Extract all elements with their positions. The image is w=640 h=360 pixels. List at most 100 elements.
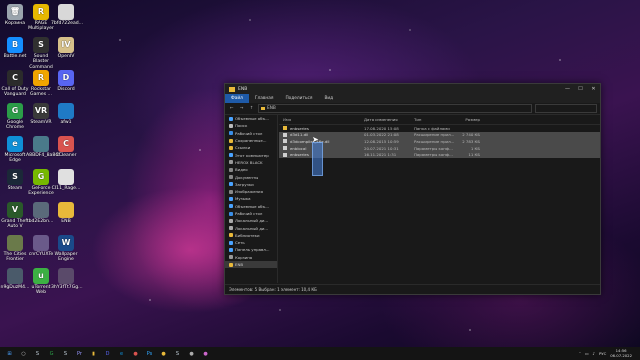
nav-item[interactable]: Ссылки bbox=[225, 144, 277, 151]
desktop-shortcut[interactable]: 7bfd722ead... bbox=[51, 4, 83, 26]
file-row[interactable]: d3dcompiler_46e.dll 12.08.2015 10:59 Расши… bbox=[279, 138, 600, 145]
nav-item[interactable]: Музыка bbox=[225, 195, 277, 202]
nav-item[interactable]: Объемные объ... bbox=[225, 115, 277, 122]
desktop-shortcut[interactable]: C CCleaner bbox=[51, 136, 81, 158]
network-icon bbox=[229, 240, 233, 245]
nav-item[interactable]: Локальный ди... bbox=[225, 224, 277, 231]
discord-icon: D bbox=[58, 70, 74, 86]
file-date: 12.08.2015 10:59 bbox=[364, 138, 399, 144]
up-arrow-icon[interactable]: ↑ bbox=[248, 106, 255, 111]
desktop-shortcut[interactable]: 3hY3fTt7Gg... bbox=[51, 268, 83, 290]
file-row[interactable]: d3d11.dll 01.03.2022 21:08 Расширение прил… bbox=[279, 131, 600, 139]
chrome-icon[interactable]: G bbox=[47, 349, 56, 358]
file-size: 1 КБ bbox=[470, 145, 480, 151]
nav-item[interactable]: Рабочий стол bbox=[225, 210, 277, 217]
desktop-shortcut-label: CI11_Rage... bbox=[51, 186, 81, 191]
minimize-icon[interactable]: — bbox=[561, 86, 574, 92]
desktop-shortcut[interactable]: IV OpenIV bbox=[51, 37, 81, 59]
app-icon[interactable]: ● bbox=[201, 349, 210, 358]
image-file-icon bbox=[58, 268, 74, 284]
volume-icon[interactable]: ♪ bbox=[593, 351, 595, 356]
forward-arrow-icon[interactable]: → bbox=[238, 106, 245, 111]
nav-item[interactable]: Рабочий стол bbox=[225, 130, 277, 137]
explorer-titlebar[interactable]: ENB — ☐ ✕ bbox=[225, 84, 600, 94]
rockstar-icon: R bbox=[33, 70, 49, 86]
explorer-window[interactable]: ENB — ☐ ✕ Файл Главная Поделиться Вид ← … bbox=[224, 83, 601, 295]
close-icon[interactable]: ✕ bbox=[587, 86, 600, 92]
file-date: 01.03.2022 21:08 bbox=[364, 132, 399, 138]
nav-item[interactable]: Загрузки bbox=[225, 181, 277, 188]
tab-home[interactable]: Главная bbox=[249, 96, 280, 101]
file-icon bbox=[58, 4, 74, 20]
start-icon[interactable]: ⊞ bbox=[5, 349, 14, 358]
desktop-shortcut-label: Discord bbox=[57, 87, 75, 92]
desktop-shortcut[interactable]: CI11_Rage... bbox=[51, 169, 81, 191]
nav-item[interactable]: Сохраненные... bbox=[225, 137, 277, 144]
app-icon[interactable]: ● bbox=[159, 349, 168, 358]
search-input[interactable] bbox=[535, 104, 597, 113]
desktop-shortcut[interactable]: afw1 bbox=[51, 103, 81, 125]
nav-item[interactable]: Панель управл... bbox=[225, 246, 277, 253]
nav-item[interactable]: Видео bbox=[225, 166, 277, 173]
language-indicator[interactable]: РУС bbox=[599, 351, 606, 356]
nav-item[interactable]: Объемные объ... bbox=[225, 203, 277, 210]
library-icon bbox=[229, 233, 233, 238]
column-date[interactable]: Дата изменения bbox=[364, 117, 414, 122]
network-icon[interactable]: ▭ bbox=[585, 351, 589, 356]
steam-icon[interactable]: S bbox=[173, 349, 182, 358]
tab-view[interactable]: Вид bbox=[318, 96, 339, 101]
steam-icon[interactable]: S bbox=[33, 349, 42, 358]
file-row[interactable]: enbseries 17.08.2020 15:08 Папка с файлами bbox=[279, 125, 600, 132]
nav-item-label: Документы bbox=[235, 174, 259, 180]
tab-file[interactable]: Файл bbox=[225, 94, 249, 103]
premiere-icon[interactable]: Pr bbox=[75, 349, 84, 358]
chevron-up-icon[interactable]: ˄ bbox=[579, 351, 581, 356]
config-file-icon bbox=[283, 152, 287, 157]
nav-item[interactable]: Сеть bbox=[225, 239, 277, 246]
app-icon[interactable]: ● bbox=[187, 349, 196, 358]
desktop-shortcut[interactable]: ENB bbox=[51, 202, 81, 224]
nav-item[interactable]: HEROX BLACK bbox=[225, 159, 277, 166]
photoshop-icon[interactable]: Ps bbox=[145, 349, 154, 358]
desktop-shortcut[interactable]: D Discord bbox=[51, 70, 81, 92]
maximize-icon[interactable]: ☐ bbox=[574, 86, 587, 92]
utorrent-icon: u bbox=[33, 268, 49, 284]
steam-icon[interactable]: S bbox=[61, 349, 70, 358]
column-type[interactable]: Тип bbox=[414, 117, 456, 122]
column-name[interactable]: Имя bbox=[279, 117, 364, 122]
file-row[interactable]: enbseries 16.11.2021 1:31 Параметры конф..… bbox=[279, 151, 600, 158]
clock[interactable]: 14:56 06.07.2022 bbox=[610, 348, 632, 358]
documents-icon bbox=[229, 175, 233, 180]
file-name: d3d11.dll bbox=[290, 132, 309, 138]
clock-date: 06.07.2022 bbox=[610, 352, 632, 358]
file-type: Параметры конф... bbox=[414, 152, 453, 158]
nav-item[interactable]: Корзина bbox=[225, 254, 277, 261]
drive-icon bbox=[229, 226, 233, 231]
nav-item[interactable]: Библиотеки bbox=[225, 232, 277, 239]
back-arrow-icon[interactable]: ← bbox=[228, 106, 235, 111]
callofduty-icon: C bbox=[7, 70, 23, 86]
mouse-cursor-icon: ➤ bbox=[312, 135, 319, 144]
nav-item[interactable]: Поиск bbox=[225, 122, 277, 129]
search-icon[interactable]: ○ bbox=[19, 349, 28, 358]
folder-icon bbox=[58, 202, 74, 218]
desktop-shortcut[interactable]: W Wallpaper Engine bbox=[51, 235, 81, 263]
file-row[interactable]: enblocal 20.07.2021 10:31 Параметры конф..… bbox=[279, 144, 600, 152]
nav-item[interactable]: ENB bbox=[225, 260, 277, 269]
folder-icon[interactable]: ▮ bbox=[89, 349, 98, 358]
steam-icon: S bbox=[7, 169, 23, 185]
discord-icon[interactable]: D bbox=[103, 349, 112, 358]
desktop-shortcut-label: OpenIV bbox=[57, 54, 75, 59]
nav-item-label: Музыка bbox=[235, 196, 251, 202]
nav-item[interactable]: Изображения bbox=[225, 188, 277, 195]
nav-item[interactable]: Этот компьютер bbox=[225, 151, 277, 158]
nav-item[interactable]: Документы bbox=[225, 173, 277, 180]
path-box[interactable]: ENB bbox=[258, 104, 532, 113]
column-size[interactable]: Размер bbox=[456, 117, 480, 122]
file-icon bbox=[58, 169, 74, 185]
nav-item[interactable]: Локальный ди... bbox=[225, 217, 277, 224]
taskbar: ⊞ ○ S G S Pr ▮ De ● Ps ● S ● ● ˄ ▭ ♪ РУС 14:56 06.07.… bbox=[0, 347, 640, 360]
app-icon[interactable]: ● bbox=[131, 349, 140, 358]
tab-share[interactable]: Поделиться bbox=[279, 96, 318, 101]
edge-icon[interactable]: e bbox=[117, 349, 126, 358]
